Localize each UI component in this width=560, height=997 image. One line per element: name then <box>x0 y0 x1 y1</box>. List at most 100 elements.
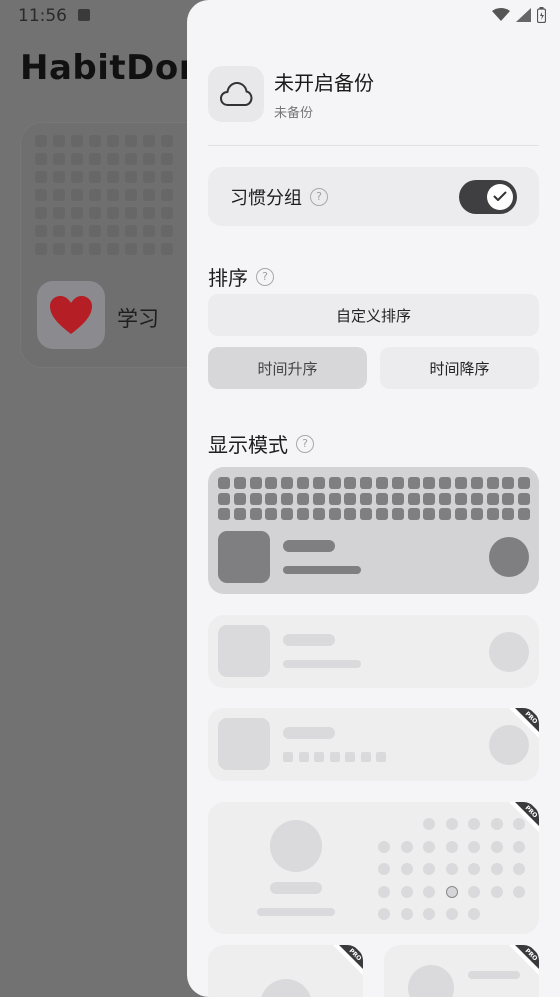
display-mode-tile-a[interactable]: PRO <box>208 945 363 997</box>
pro-badge: PRO <box>509 802 539 832</box>
preview-cell <box>423 508 436 520</box>
heatmap-cell <box>53 243 65 255</box>
icon-preview <box>218 531 270 583</box>
heatmap-cell <box>143 225 155 237</box>
preview-cell <box>502 477 515 489</box>
calendar-dot <box>378 908 390 920</box>
heatmap-cell <box>71 225 83 237</box>
heatmap-cell <box>53 225 65 237</box>
preview-cell <box>312 508 325 520</box>
preview-cell <box>376 492 388 505</box>
preview-cell <box>407 508 420 520</box>
preview-cell <box>218 492 230 505</box>
preview-cell <box>314 752 324 762</box>
preview-cell <box>249 492 262 505</box>
preview-cell <box>360 752 371 762</box>
preview-cell <box>518 508 531 520</box>
preview-cell <box>423 492 436 505</box>
heatmap-cell <box>89 189 101 201</box>
calendar-dot <box>423 863 435 875</box>
preview-cell <box>329 752 340 762</box>
preview-cell <box>344 508 357 520</box>
preview-cell <box>328 492 341 505</box>
preview-cell <box>439 492 452 505</box>
display-mode-compact-list[interactable] <box>208 615 539 688</box>
subtitle-preview <box>257 908 335 916</box>
preview-cell <box>407 492 420 505</box>
calendar-dot <box>378 885 390 898</box>
heatmap-cell <box>161 243 173 255</box>
title-preview <box>270 882 322 894</box>
settings-drawer: 未开启备份 未备份 习惯分组 ? 排序 ? 自定义排序 时间升序 时间降序 显示… <box>187 0 560 997</box>
preview-cell <box>297 492 309 505</box>
display-mode-week-list[interactable]: PRO <box>208 708 539 781</box>
calendar-dot <box>468 840 480 853</box>
heatmap-cell <box>107 171 119 183</box>
calendar-dot <box>445 840 458 853</box>
heatmap-cell <box>53 153 65 165</box>
sort-time-asc-button[interactable]: 时间升序 <box>208 347 367 389</box>
habit-group-toggle[interactable] <box>459 179 517 214</box>
battery-icon <box>537 7 546 23</box>
preview-cell <box>376 477 388 489</box>
preview-cell <box>328 477 341 489</box>
preview-cell <box>265 492 278 505</box>
backup-status[interactable]: 未开启备份 未备份 <box>208 66 374 122</box>
preview-cell <box>391 477 404 489</box>
check-button-preview <box>489 537 529 577</box>
preview-cell <box>455 477 467 489</box>
heatmap-cell <box>143 153 155 165</box>
heatmap-cell <box>143 243 155 255</box>
calendar-dot <box>445 908 458 920</box>
display-mode-tile-b[interactable]: PRO <box>384 945 539 997</box>
preview-cell <box>281 492 294 505</box>
sort-title: 排序 ? <box>208 262 274 291</box>
habit-name: 学习 <box>117 307 159 331</box>
sort-time-desc-button[interactable]: 时间降序 <box>380 347 539 389</box>
calendar-dot <box>378 840 390 853</box>
calendar-dot <box>423 908 435 920</box>
preview-cell <box>376 508 388 520</box>
heatmap-cell <box>161 135 173 147</box>
heatmap-cell <box>89 153 101 165</box>
help-icon[interactable]: ? <box>256 267 274 286</box>
heatmap-cell <box>161 153 173 165</box>
heatmap-cell <box>143 189 155 201</box>
backup-title: 未开启备份 <box>274 71 374 95</box>
calendar-dot <box>468 863 480 875</box>
heatmap-cell <box>89 135 101 147</box>
preview-cell <box>233 508 246 520</box>
check-icon <box>487 183 513 210</box>
heatmap-cell <box>71 189 83 201</box>
icon-preview <box>270 820 322 872</box>
heatmap-cell <box>89 207 101 219</box>
calendar-dot <box>513 863 525 875</box>
heatmap-cell <box>107 153 119 165</box>
sort-custom-button[interactable]: 自定义排序 <box>208 294 539 336</box>
heatmap-cell <box>35 225 47 237</box>
preview-cell <box>281 477 294 489</box>
heatmap-cell <box>161 189 173 201</box>
heatmap-cell <box>125 189 137 201</box>
heatmap-cell <box>35 135 47 147</box>
help-icon[interactable]: ? <box>310 187 328 206</box>
calendar-today-dot <box>445 885 458 898</box>
display-mode-calendar-card[interactable]: PRO <box>208 802 539 934</box>
calendar-dot <box>400 863 413 875</box>
icon-preview <box>218 625 270 677</box>
heatmap-cell <box>53 135 65 147</box>
title-preview <box>283 727 335 739</box>
display-mode-grid-list[interactable] <box>208 467 539 594</box>
heatmap-cell <box>71 207 83 219</box>
heatmap-cell <box>71 135 83 147</box>
preview-cell <box>281 508 294 520</box>
backup-subtitle: 未备份 <box>274 106 314 121</box>
help-icon[interactable]: ? <box>296 434 314 453</box>
preview-cell <box>439 508 452 520</box>
heatmap-cell <box>71 243 83 255</box>
calendar-dot <box>468 885 480 898</box>
calendar-dot <box>400 840 413 853</box>
preview-cell <box>518 492 531 505</box>
calendar-dot <box>513 840 525 853</box>
heatmap-cell <box>107 135 119 147</box>
